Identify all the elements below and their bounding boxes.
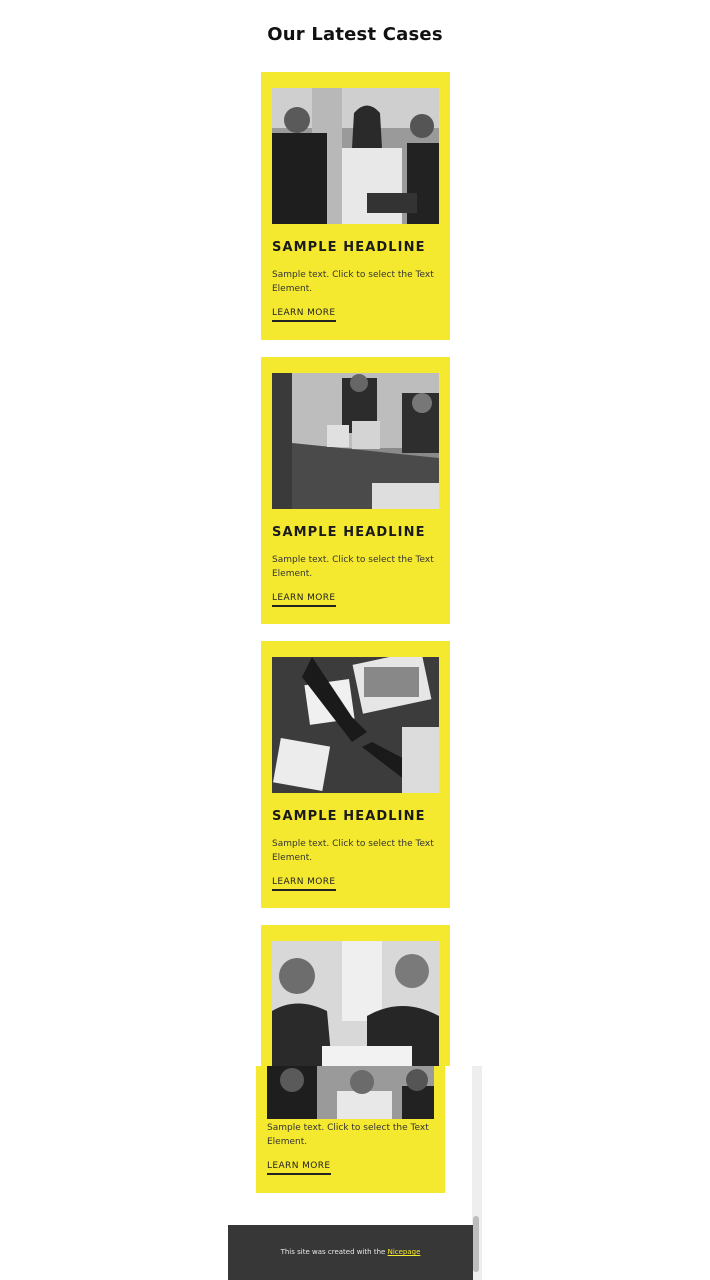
case-card-overlay: Sample text. Click to select the Text El… [256, 1066, 445, 1193]
card-headline: SAMPLE HEADLINE [272, 525, 426, 540]
card-text: Sample text. Click to select the Text El… [272, 270, 434, 294]
card-headline: SAMPLE HEADLINE [272, 240, 426, 255]
card-text: Sample text. Click to select the Text El… [272, 555, 434, 579]
scrollbar-thumb[interactable] [473, 1216, 479, 1272]
case-photo-conference [272, 373, 439, 509]
case-photo-meeting [272, 88, 439, 224]
footer-text: This site was created with the [280, 1248, 386, 1256]
card-headline: SAMPLE HEADLINE [272, 809, 426, 824]
learn-more-button[interactable]: LEARN MORE [272, 593, 336, 607]
case-card [261, 925, 450, 1066]
case-card: SAMPLE HEADLINE Sample text. Click to se… [261, 72, 450, 340]
case-card: SAMPLE HEADLINE Sample text. Click to se… [261, 357, 450, 624]
learn-more-button[interactable]: LEARN MORE [272, 308, 336, 322]
card-text: Sample text. Click to select the Text El… [267, 1123, 429, 1147]
case-card: SAMPLE HEADLINE Sample text. Click to se… [261, 641, 450, 908]
scrollbar[interactable] [472, 1066, 482, 1280]
nicepage-link[interactable]: Nicepage [388, 1248, 421, 1256]
footer: This site was created with the Nicepage [228, 1225, 473, 1280]
learn-more-button[interactable]: LEARN MORE [272, 877, 336, 891]
learn-more-button[interactable]: LEARN MORE [267, 1161, 331, 1175]
case-photo-handshake [272, 657, 439, 793]
section-title: Our Latest Cases [267, 24, 443, 45]
case-photo-colleagues [272, 941, 439, 1066]
case-photo-meeting [267, 1066, 434, 1119]
card-text: Sample text. Click to select the Text El… [272, 839, 434, 863]
